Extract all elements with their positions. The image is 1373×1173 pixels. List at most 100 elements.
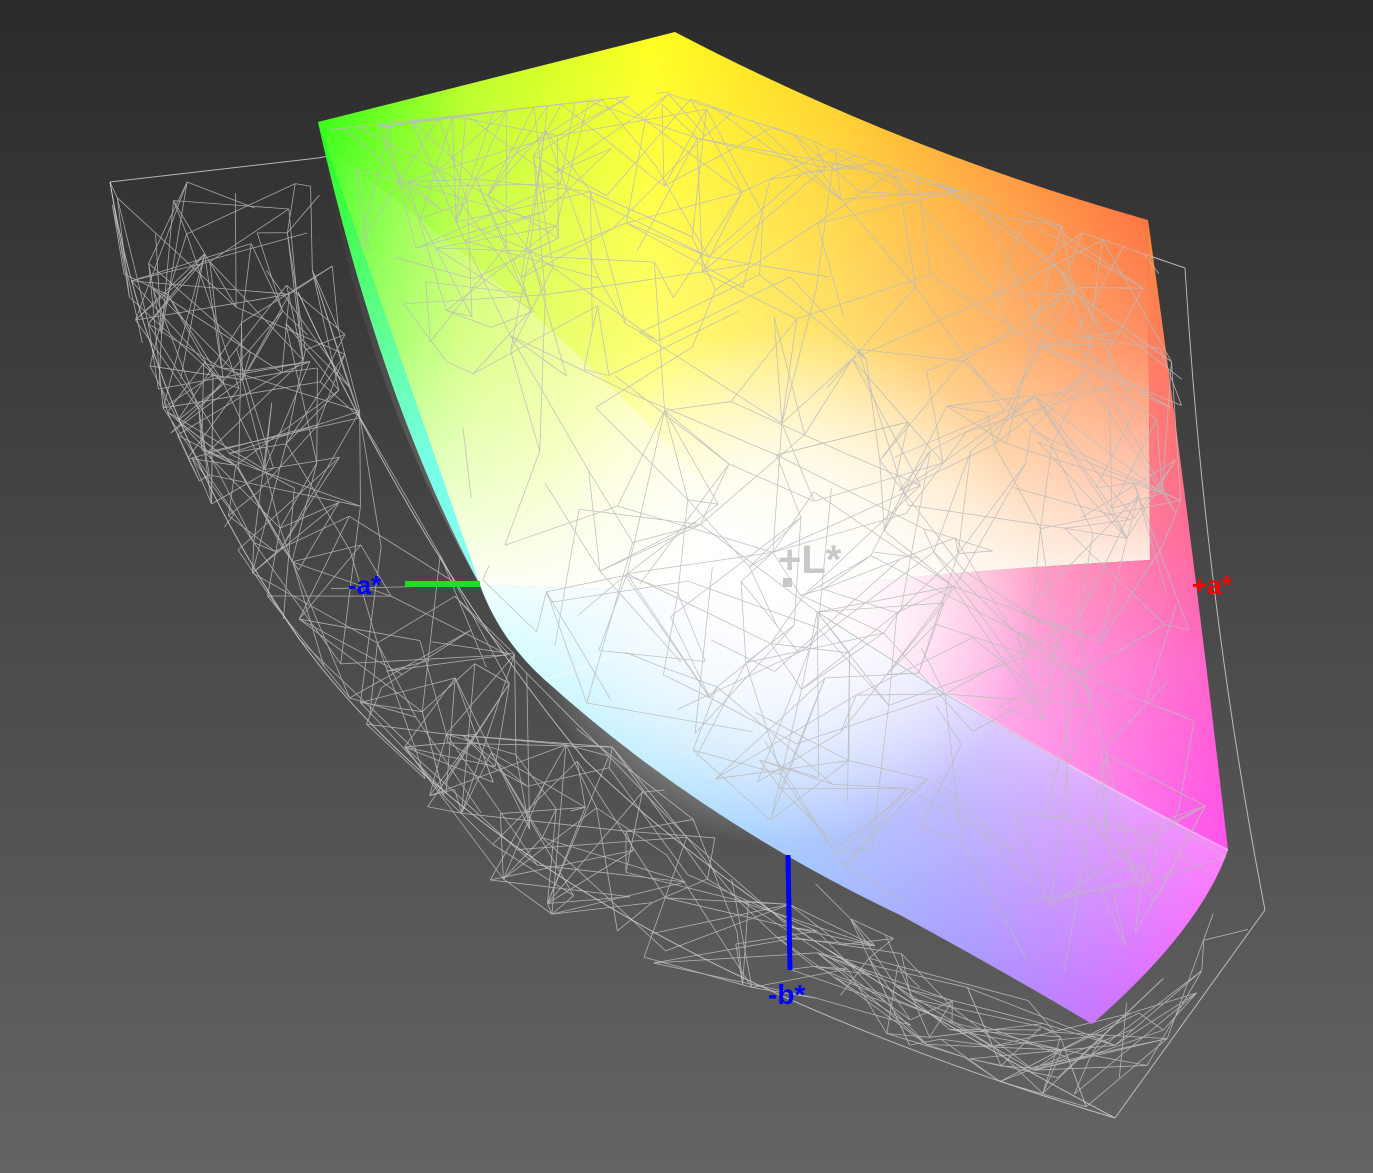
- mesh-edge: [421, 555, 441, 712]
- minus-b-label: -b*: [768, 979, 805, 1010]
- mesh-edge: [850, 918, 910, 1046]
- mesh-edge: [462, 733, 476, 736]
- mesh-edge: [404, 742, 449, 748]
- mesh-edge: [349, 629, 472, 699]
- mesh-edge: [186, 233, 240, 389]
- mesh-edge: [499, 813, 504, 879]
- mesh-edge: [281, 411, 361, 548]
- mesh-edge: [816, 997, 911, 1026]
- mesh-edge: [338, 330, 361, 412]
- mesh-edge: [167, 411, 200, 482]
- mesh-edge: [999, 1081, 1087, 1108]
- mesh-edge: [517, 849, 538, 866]
- mesh-edge: [653, 937, 797, 964]
- mesh-edge: [359, 417, 382, 547]
- mesh-edge: [311, 270, 350, 387]
- mesh-edge: [547, 896, 631, 904]
- mesh-edge: [596, 807, 618, 931]
- mesh-edge: [180, 253, 205, 380]
- plus-a-label: +a*: [1192, 570, 1233, 600]
- mesh-edge: [366, 723, 447, 735]
- mesh-edge: [360, 702, 447, 794]
- mesh-edge: [541, 837, 667, 952]
- mesh-edge: [776, 937, 815, 967]
- mesh-edge: [173, 200, 289, 210]
- mesh-edge: [173, 200, 188, 235]
- mesh-edge: [963, 1056, 1001, 1082]
- mesh-edge: [286, 232, 306, 350]
- mesh-edge: [494, 683, 510, 767]
- mesh-edge: [1067, 1057, 1087, 1107]
- plus-l-label: +L*: [778, 538, 842, 582]
- mesh-edge: [1085, 1038, 1168, 1108]
- mesh-edge: [292, 562, 350, 699]
- mesh-edge: [209, 208, 290, 263]
- mesh-edge: [228, 492, 258, 516]
- minus-b-axis-line: [785, 854, 793, 971]
- mesh-edge: [241, 243, 252, 323]
- mesh-edge: [817, 952, 927, 1045]
- mesh-edge: [359, 411, 361, 507]
- mesh-edge: [790, 965, 814, 970]
- mesh-edge: [295, 183, 311, 187]
- mesh-edge: [617, 902, 653, 932]
- mesh-edge: [331, 265, 339, 331]
- mesh-edge: [251, 443, 287, 574]
- mesh-edge: [1000, 1026, 1042, 1067]
- mesh-edge: [386, 654, 509, 672]
- mesh-edge: [221, 285, 287, 369]
- mesh-edge: [148, 263, 164, 408]
- mesh-edge: [285, 323, 340, 391]
- mesh-edge: [515, 754, 530, 830]
- mesh-edge: [901, 953, 953, 1008]
- mesh-edge: [238, 468, 283, 548]
- mesh-edge: [542, 837, 686, 883]
- mesh-edge: [427, 683, 510, 807]
- mesh-edge: [999, 1029, 1133, 1082]
- mesh-edge: [404, 746, 518, 850]
- mesh-edge: [264, 361, 311, 470]
- mesh-edge: [147, 323, 159, 390]
- mesh-edge: [911, 998, 1042, 1028]
- mesh-edge: [816, 930, 927, 1045]
- mesh-edge: [735, 930, 818, 945]
- mesh-edge: [1090, 1029, 1164, 1056]
- mesh-edge: [868, 938, 894, 959]
- mesh-edge: [288, 208, 304, 360]
- mesh-edge: [885, 934, 930, 1038]
- mesh-edge: [291, 544, 361, 563]
- mesh-edge: [305, 334, 346, 351]
- mesh-edge: [1203, 929, 1248, 941]
- mesh-edge: [135, 181, 188, 321]
- mesh-edge: [817, 952, 953, 1002]
- mesh-edge: [149, 365, 243, 380]
- mesh-edge: [235, 390, 340, 466]
- minus-a-label: -a*: [348, 570, 382, 600]
- mesh-edge: [834, 976, 927, 1045]
- mesh-edge: [131, 280, 224, 384]
- mesh-edge: [377, 642, 417, 752]
- mesh-edge: [551, 902, 653, 915]
- mesh-edge: [167, 411, 265, 470]
- mesh-edge: [223, 383, 265, 470]
- mesh-edge: [280, 502, 340, 529]
- mesh-edge: [209, 261, 304, 361]
- mesh-edge: [170, 379, 243, 434]
- mesh-edge: [241, 322, 243, 380]
- mesh-edge: [267, 528, 281, 597]
- mesh-edge: [311, 270, 339, 331]
- mesh-edge: [1027, 1000, 1056, 1033]
- gamut-diagram: +L* +a* -a* -b*: [109, 32, 1266, 1119]
- mesh-edge: [116, 197, 130, 298]
- mesh-edge: [299, 639, 417, 752]
- mesh-edge: [949, 1029, 1063, 1051]
- mesh-edge: [349, 697, 416, 718]
- mesh-edge: [186, 183, 296, 235]
- mesh-edge: [117, 197, 237, 308]
- mesh-edge: [241, 379, 281, 529]
- mesh-edge: [665, 897, 790, 928]
- mesh-edge: [737, 900, 778, 938]
- mesh-edge: [299, 618, 421, 641]
- mesh-edge: [360, 677, 456, 703]
- mesh-edge: [111, 204, 143, 344]
